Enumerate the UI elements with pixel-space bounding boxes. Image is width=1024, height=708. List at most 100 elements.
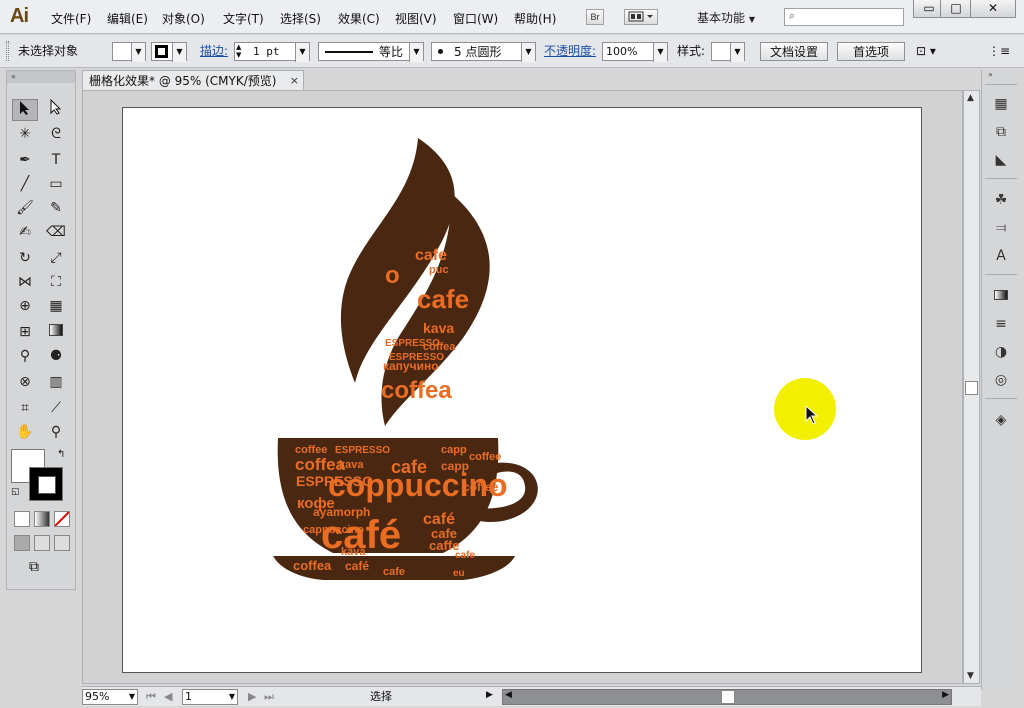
- vertical-scroll-thumb[interactable]: [965, 381, 978, 395]
- artboard-icon[interactable]: ⌗: [12, 397, 38, 419]
- paintbrush-icon[interactable]: 🖌: [12, 197, 38, 219]
- magic-wand-icon[interactable]: ✳: [12, 123, 38, 145]
- eyedropper-icon[interactable]: ⚲: [12, 345, 38, 367]
- width-icon[interactable]: ⋈: [12, 271, 38, 293]
- zoom-level-field[interactable]: 95% ▼: [82, 689, 138, 705]
- character-icon[interactable]: A: [991, 246, 1011, 266]
- blend-icon[interactable]: ⚈: [43, 345, 69, 367]
- free-transform-icon[interactable]: ⛶: [43, 271, 69, 293]
- scroll-up-icon[interactable]: ▲: [967, 93, 974, 103]
- scroll-left-icon[interactable]: ◀: [505, 690, 512, 700]
- shape-builder-icon[interactable]: ⊕: [12, 295, 38, 317]
- slice-icon[interactable]: ⟋: [43, 397, 69, 419]
- scroll-right-icon[interactable]: ▶: [942, 690, 949, 700]
- opacity-field[interactable]: 100% ▼: [602, 42, 668, 62]
- hand-icon[interactable]: ✋: [12, 421, 38, 443]
- menu-effect[interactable]: 效果(C): [338, 10, 380, 27]
- preferences-button[interactable]: 首选项: [837, 42, 905, 61]
- stroke-color-dropdown[interactable]: ▼: [151, 42, 187, 62]
- rotate-icon[interactable]: ↻: [12, 247, 38, 269]
- brushes-icon[interactable]: ◣: [991, 150, 1011, 170]
- arrange-documents-button[interactable]: [624, 9, 658, 25]
- selection-tool-icon[interactable]: [12, 99, 38, 121]
- eraser-icon[interactable]: ⌫: [43, 221, 69, 243]
- horizontal-scroll-thumb[interactable]: [721, 690, 735, 704]
- transparency-icon[interactable]: ◑: [991, 342, 1011, 362]
- direct-selection-tool-icon[interactable]: [43, 98, 69, 121]
- pen-icon[interactable]: ✒: [12, 149, 38, 171]
- panel-menu-icon[interactable]: ⋮≡: [988, 42, 1010, 61]
- tools-panel-collapse-icon[interactable]: «: [7, 71, 75, 83]
- status-menu-icon[interactable]: ▶: [486, 690, 493, 700]
- gradient-panel-icon[interactable]: [991, 286, 1011, 306]
- previous-page-icon[interactable]: ◀: [164, 690, 172, 703]
- menu-window[interactable]: 窗口(W): [453, 10, 498, 27]
- brush-definition-dropdown[interactable]: 5 点圆形 ▼: [431, 42, 536, 62]
- first-page-icon[interactable]: ⏮: [146, 690, 156, 704]
- canvas-area[interactable]: cafe puc cafe kava o ESPRESSO капучино coffea ES…: [82, 90, 963, 684]
- zoom-icon[interactable]: ⚲: [43, 421, 69, 443]
- lasso-icon[interactable]: ᘓ: [43, 123, 69, 145]
- line-icon[interactable]: ╱: [12, 173, 38, 195]
- page-number-field[interactable]: 1 ▼: [182, 689, 238, 705]
- document-tab[interactable]: 栅格化效果* @ 95% (CMYK/预览) ×: [82, 70, 304, 90]
- stroke-weight-field[interactable]: ▲ ▼ 1 pt ▼: [234, 42, 310, 62]
- perspective-icon[interactable]: ▦: [43, 295, 69, 317]
- bridge-button[interactable]: Br: [586, 9, 604, 25]
- symbols-icon[interactable]: ☘: [991, 190, 1011, 210]
- dock-expand-icon[interactable]: »: [988, 70, 993, 79]
- draw-inside-icon[interactable]: [54, 535, 70, 551]
- fill-color-dropdown[interactable]: ▼: [112, 42, 146, 62]
- workspace-switcher[interactable]: 基本功能 ▼: [697, 9, 755, 26]
- close-window-button[interactable]: ✕: [970, 0, 1016, 18]
- color-mode-icon[interactable]: [14, 511, 30, 527]
- default-fill-stroke-icon[interactable]: ◱: [11, 487, 20, 497]
- menu-object[interactable]: 对象(O): [162, 10, 205, 27]
- maximize-button[interactable]: □: [940, 0, 972, 18]
- rectangle-icon[interactable]: ▭: [43, 173, 69, 195]
- document-setup-button[interactable]: 文档设置: [760, 42, 828, 61]
- menu-type[interactable]: 文字(T): [223, 10, 264, 27]
- layers-icon[interactable]: ◈: [991, 410, 1011, 430]
- control-bar-grip[interactable]: [6, 41, 9, 61]
- menu-view[interactable]: 视图(V): [395, 10, 437, 27]
- word-art-text: ESPRESSO: [389, 352, 444, 363]
- menu-edit[interactable]: 编辑(E): [107, 10, 148, 27]
- scale-icon[interactable]: ⤢: [43, 247, 69, 269]
- screen-mode-icon[interactable]: ⧉: [29, 559, 39, 575]
- stepper-icon[interactable]: ▲ ▼: [236, 43, 241, 59]
- symbol-sprayer-icon[interactable]: ⊗: [12, 371, 38, 393]
- pencil-icon[interactable]: ✎: [43, 197, 69, 219]
- stroke-panel-icon[interactable]: ≡: [991, 314, 1011, 334]
- menu-select[interactable]: 选择(S): [280, 10, 321, 27]
- variable-width-profile-dropdown[interactable]: 等比 ▼: [318, 42, 424, 62]
- type-icon[interactable]: T: [43, 149, 69, 171]
- mesh-icon[interactable]: ⊞: [12, 321, 38, 343]
- graphic-style-dropdown[interactable]: ▼: [711, 42, 745, 62]
- draw-behind-icon[interactable]: [34, 535, 50, 551]
- stroke-swatch[interactable]: [29, 467, 63, 501]
- none-mode-icon[interactable]: [54, 511, 70, 527]
- stroke-panel-link[interactable]: 描边:: [200, 42, 228, 61]
- search-input[interactable]: ⌕: [784, 8, 904, 26]
- arrange-objects-button[interactable]: ⊡ ▾: [916, 42, 946, 61]
- horizontal-scrollbar[interactable]: ◀ ▶: [502, 689, 952, 705]
- appearance-icon[interactable]: ◎: [991, 370, 1011, 390]
- opacity-panel-link[interactable]: 不透明度:: [544, 42, 596, 61]
- menu-help[interactable]: 帮助(H): [514, 10, 556, 27]
- vertical-scrollbar[interactable]: ▲ ▼: [963, 90, 980, 684]
- next-page-icon[interactable]: ▶: [248, 690, 256, 703]
- close-icon[interactable]: ×: [290, 71, 299, 91]
- gradient-mode-icon[interactable]: [34, 511, 50, 527]
- color-guide-icon[interactable]: ▦: [991, 94, 1011, 114]
- draw-normal-icon[interactable]: [14, 535, 30, 551]
- column-graph-icon[interactable]: ▥: [43, 371, 69, 393]
- menu-file[interactable]: 文件(F): [51, 10, 91, 27]
- gradient-icon[interactable]: [43, 321, 69, 343]
- blob-brush-icon[interactable]: ✍: [12, 221, 38, 243]
- swap-fill-stroke-icon[interactable]: ↰: [57, 449, 65, 460]
- scroll-down-icon[interactable]: ▼: [967, 671, 974, 681]
- last-page-icon[interactable]: ⏭: [264, 690, 274, 704]
- swatches-icon[interactable]: ⧉: [991, 122, 1011, 142]
- align-icon[interactable]: ⫤: [991, 218, 1011, 238]
